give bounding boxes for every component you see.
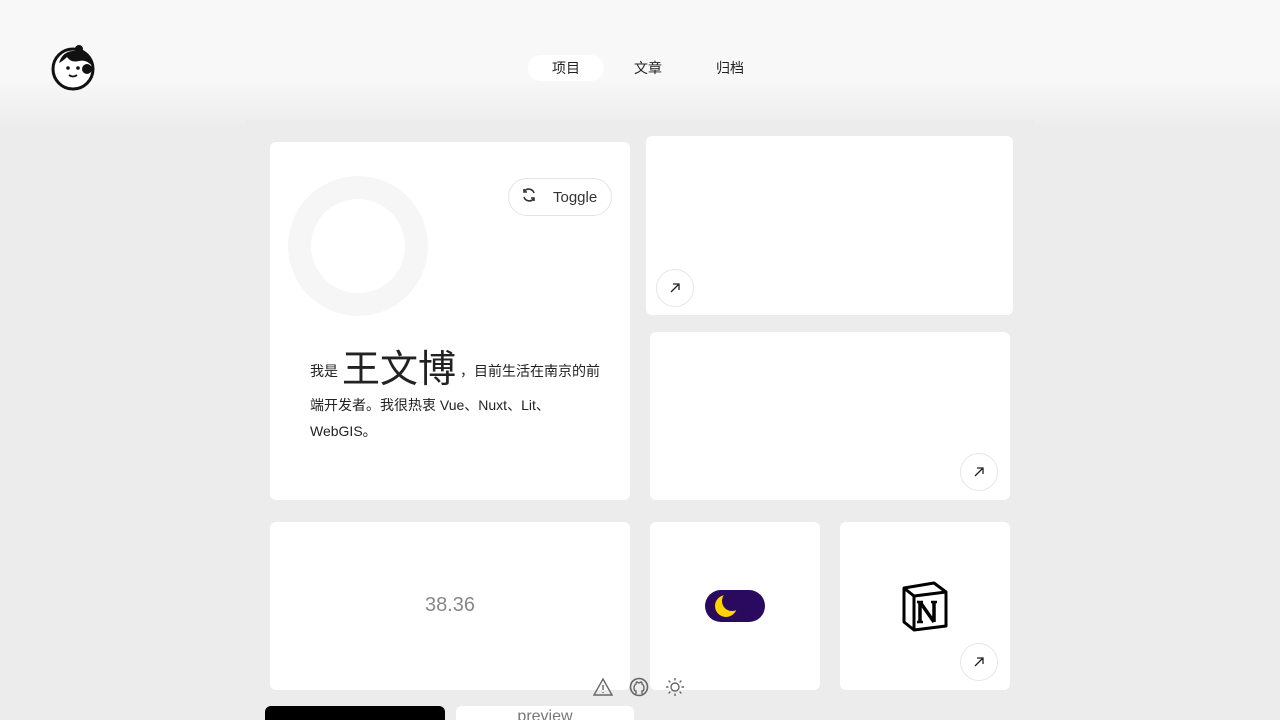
- stat-card: 38.36: [270, 522, 630, 690]
- site-logo[interactable]: [49, 43, 97, 91]
- moon-icon: [715, 591, 742, 617]
- theme-toggle-switch[interactable]: [705, 590, 765, 622]
- toggle-label: Toggle: [553, 188, 598, 206]
- profile-card: Toggle 我是 王文博 ，目前生活在南京的前端开发者。我很热衷 Vue、Nuxt…: [270, 142, 630, 500]
- nav-item-articles[interactable]: 文章: [610, 55, 686, 81]
- open-link-button[interactable]: [656, 269, 694, 307]
- nav-item-archive[interactable]: 归档: [692, 55, 768, 81]
- refresh-icon: [521, 187, 537, 207]
- nav-item-projects[interactable]: 项目: [528, 55, 604, 81]
- author-name: 王文博: [342, 349, 457, 391]
- warning-triangle-icon[interactable]: [592, 676, 614, 698]
- notion-logo-icon: [900, 580, 950, 637]
- footer-icon-bar: [592, 676, 686, 698]
- open-link-button[interactable]: [960, 453, 998, 491]
- sun-icon[interactable]: [664, 676, 686, 698]
- dark-project-card[interactable]: [265, 706, 445, 720]
- notion-card[interactable]: [840, 522, 1010, 690]
- theme-card: [650, 522, 820, 690]
- preview-label: preview: [517, 708, 573, 720]
- main-nav: 项目 文章 归档: [528, 55, 768, 81]
- avatar-logo-icon: [51, 45, 95, 91]
- stat-value: 38.36: [424, 594, 476, 616]
- project-card-2[interactable]: [650, 332, 1010, 500]
- avatar-placeholder: [311, 199, 405, 293]
- github-icon[interactable]: [628, 676, 650, 698]
- project-card-1[interactable]: [646, 136, 1013, 315]
- avatar: [288, 176, 428, 316]
- preview-card[interactable]: preview: [456, 706, 634, 720]
- arrow-up-right-icon: [974, 657, 984, 667]
- arrow-up-right-icon: [974, 467, 984, 477]
- toggle-button[interactable]: Toggle: [508, 178, 612, 216]
- intro-text: 我是 王文博 ，目前生活在南京的前端开发者。我很热衷 Vue、Nuxt、Lit、We…: [310, 348, 610, 444]
- intro-prefix: 我是: [310, 363, 338, 379]
- open-link-button[interactable]: [960, 643, 998, 681]
- arrow-up-right-icon: [670, 283, 680, 293]
